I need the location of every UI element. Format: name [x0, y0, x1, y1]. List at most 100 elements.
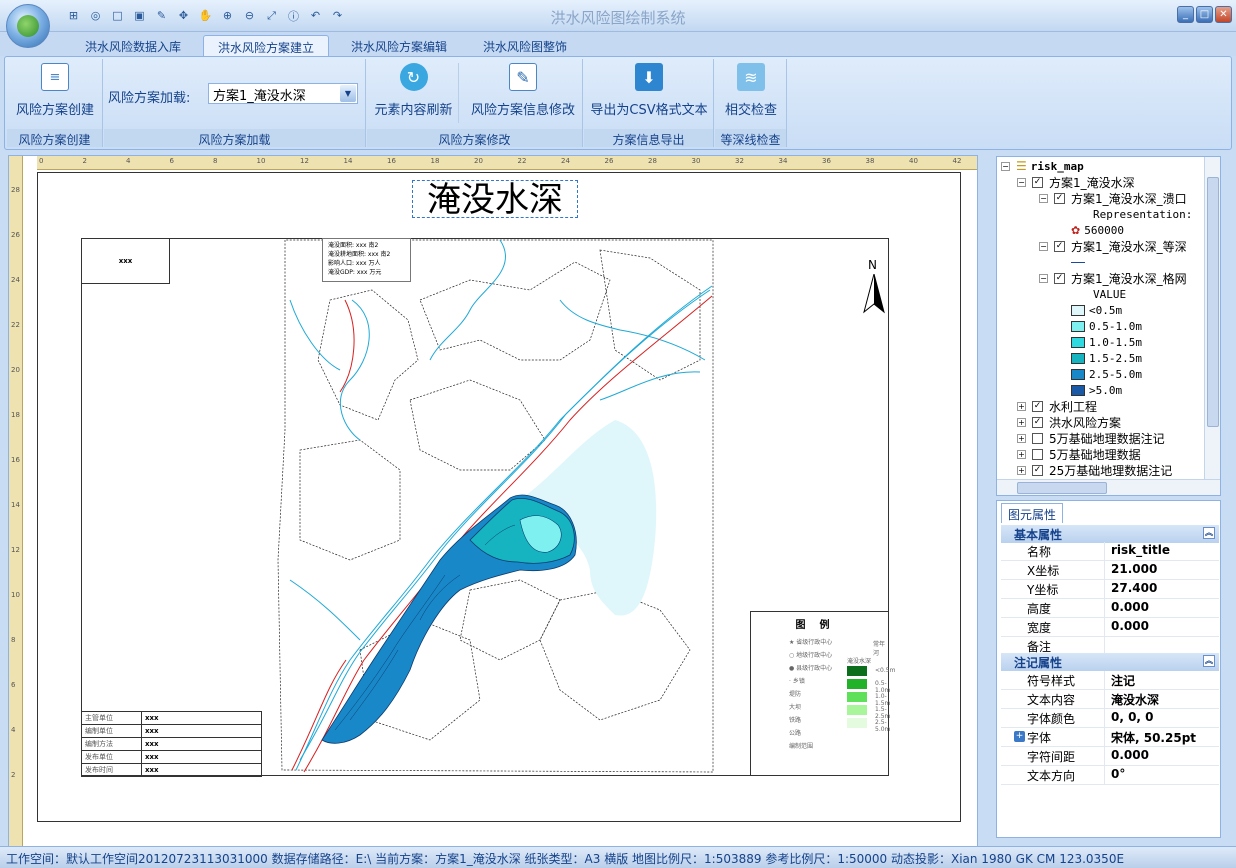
layer-item[interactable]: >5.0m: [1071, 382, 1122, 398]
flood-stat-line: 淹没耕地面积: xxx 南2: [328, 251, 391, 258]
property-value[interactable]: 0.000: [1111, 748, 1149, 762]
info-value: xxx: [141, 763, 262, 777]
property-row[interactable]: 宽度 0.000: [1001, 618, 1219, 637]
property-value[interactable]: 21.000: [1111, 562, 1157, 576]
info-key: 编制方法: [81, 737, 142, 751]
property-key: X坐标: [1001, 561, 1105, 580]
legend-item: 堤防: [789, 691, 802, 698]
collapse-icon[interactable]: ︽: [1203, 655, 1215, 667]
property-row[interactable]: 名称 risk_title: [1001, 542, 1219, 561]
collapse-icon[interactable]: −: [1039, 193, 1048, 203]
section-basic-properties[interactable]: 基本属性 ︽: [1001, 525, 1219, 543]
properties-panel: 图元属性 基本属性 ︽ 名称 risk_title X坐标 21.000 Y坐标 27.400…: [996, 500, 1221, 838]
legend-item: 铁路: [789, 717, 802, 724]
layer-visibility-checkbox[interactable]: ✓: [1032, 416, 1043, 428]
layer-item[interactable]: +5万基础地理数据注记: [1017, 430, 1165, 446]
info-table-row: 发布时间 xxx: [81, 763, 262, 777]
layer-visibility-checkbox[interactable]: ✓: [1054, 272, 1065, 284]
layer-item[interactable]: + ✓ 水利工程: [1017, 398, 1097, 414]
info-value: xxx: [141, 724, 262, 738]
property-value[interactable]: 0.000: [1111, 619, 1149, 633]
collapse-icon[interactable]: −: [1017, 177, 1026, 187]
expand-icon[interactable]: +: [1014, 731, 1025, 742]
layer-item-label: 方案1_淹没水深_格网: [1071, 271, 1187, 286]
layer-item[interactable]: − ✓ 方案1_淹没水深: [1017, 174, 1135, 190]
layer-visibility-checkbox[interactable]: ✓: [1054, 192, 1065, 204]
layer-item[interactable]: − ✓ 方案1_淹没水深_溃口: [1039, 190, 1187, 206]
layer-item-label: Representation:: [1093, 207, 1193, 221]
property-row[interactable]: 高度 0.000: [1001, 599, 1219, 618]
layer-horizontal-scrollbar[interactable]: [997, 479, 1220, 495]
collapse-icon[interactable]: −: [1039, 273, 1048, 283]
property-row[interactable]: 符号样式 注记: [1001, 671, 1219, 690]
expand-icon[interactable]: +: [1017, 449, 1026, 459]
property-row[interactable]: X坐标 21.000: [1001, 561, 1219, 580]
layer-visibility-checkbox[interactable]: ✓: [1032, 464, 1043, 476]
layer-item[interactable]: + ✓ 洪水风险方案: [1017, 414, 1121, 430]
globe-icon: [17, 15, 39, 37]
property-value[interactable]: risk_title: [1111, 543, 1170, 557]
layer-item[interactable]: 2.5-5.0m: [1071, 366, 1142, 382]
legend-depth-label: 2.5-5.0m: [875, 719, 891, 733]
legend-depth-header: 淹没水深: [847, 658, 872, 665]
layer-visibility-checkbox[interactable]: [1032, 432, 1043, 444]
property-value[interactable]: 淹没水深: [1111, 691, 1159, 708]
property-key: Y坐标: [1001, 580, 1105, 599]
section-annotation-properties[interactable]: 注记属性 ︽: [1001, 653, 1219, 671]
property-value[interactable]: 27.400: [1111, 581, 1157, 595]
layer-visibility-checkbox[interactable]: ✓: [1032, 176, 1043, 188]
layer-item-label: <0.5m: [1089, 303, 1123, 317]
property-row[interactable]: 文本内容 淹没水深: [1001, 690, 1219, 709]
expand-icon[interactable]: +: [1017, 401, 1026, 411]
layer-item[interactable]: 1.0-1.5m: [1071, 334, 1142, 350]
collapse-icon[interactable]: −: [1001, 161, 1010, 171]
layer-item[interactable]: Representation:: [1071, 206, 1192, 222]
property-row[interactable]: 字体 宋体, 50.25pt +: [1001, 728, 1219, 747]
contour-line-icon: [1071, 261, 1085, 263]
layer-item-label: 方案1_淹没水深_溃口: [1071, 191, 1187, 206]
collapse-icon[interactable]: −: [1039, 241, 1048, 251]
property-value[interactable]: 0, 0, 0: [1111, 710, 1154, 724]
expand-icon[interactable]: +: [1017, 417, 1026, 427]
layer-item[interactable]: +5万基础地理数据: [1017, 446, 1141, 462]
collapse-icon[interactable]: ︽: [1203, 527, 1215, 539]
property-row[interactable]: 文本方向 0°: [1001, 766, 1219, 785]
layer-visibility-checkbox[interactable]: [1032, 448, 1043, 460]
property-row[interactable]: 字符间距 0.000: [1001, 747, 1219, 766]
layer-item[interactable]: 0.5-1.0m: [1071, 318, 1142, 334]
layer-item[interactable]: − ✓ 方案1_淹没水深_等深: [1039, 238, 1187, 254]
layer-item[interactable]: − ✓ 方案1_淹没水深_格网: [1039, 270, 1187, 286]
layer-color-swatch: [1071, 320, 1085, 332]
info-table-row: 编制单位 xxx: [81, 724, 262, 738]
layer-item[interactable]: + ✓ 25万基础地理数据注记: [1017, 462, 1172, 478]
layer-item[interactable]: VALUE: [1071, 286, 1126, 302]
layer-item[interactable]: ✿ 560000: [1071, 222, 1124, 238]
legend-title: 图例: [795, 620, 844, 631]
map-title[interactable]: 淹没水深: [412, 180, 578, 219]
legend-depth-label: <0.5m: [875, 667, 896, 674]
application-menu-button[interactable]: [6, 4, 50, 48]
layer-root[interactable]: − ☰ risk_map: [1001, 158, 1084, 174]
tab-element-properties[interactable]: 图元属性: [1001, 503, 1063, 523]
layer-visibility-checkbox[interactable]: ✓: [1054, 240, 1065, 252]
legend-depth-label: 1.0-1.5m: [875, 693, 891, 707]
layer-color-swatch: [1071, 368, 1085, 380]
layer-vertical-scrollbar[interactable]: [1204, 157, 1220, 481]
section-label: 基本属性: [1014, 528, 1063, 542]
expand-icon[interactable]: +: [1017, 433, 1026, 443]
layer-item[interactable]: [1071, 254, 1085, 270]
property-key: 字符间距: [1001, 747, 1105, 766]
property-row[interactable]: Y坐标 27.400: [1001, 580, 1219, 599]
layer-item[interactable]: <0.5m: [1071, 302, 1122, 318]
property-value[interactable]: 0°: [1111, 767, 1125, 781]
property-row[interactable]: 字体颜色 0, 0, 0: [1001, 709, 1219, 728]
expand-icon[interactable]: +: [1017, 465, 1026, 475]
layer-visibility-checkbox[interactable]: ✓: [1032, 400, 1043, 412]
property-value[interactable]: 宋体, 50.25pt: [1111, 729, 1196, 746]
property-value[interactable]: 注记: [1111, 672, 1135, 689]
property-value[interactable]: 0.000: [1111, 600, 1149, 614]
layer-item-label: VALUE: [1093, 287, 1127, 301]
flood-stat-line: 淹没面积: xxx 南2: [328, 242, 379, 249]
layer-tree-panel[interactable]: − ☰ risk_map − ✓ 方案1_淹没水深 − ✓ 方案1_淹没水深_溃口 Represe…: [996, 156, 1221, 496]
layer-item[interactable]: 1.5-2.5m: [1071, 350, 1142, 366]
